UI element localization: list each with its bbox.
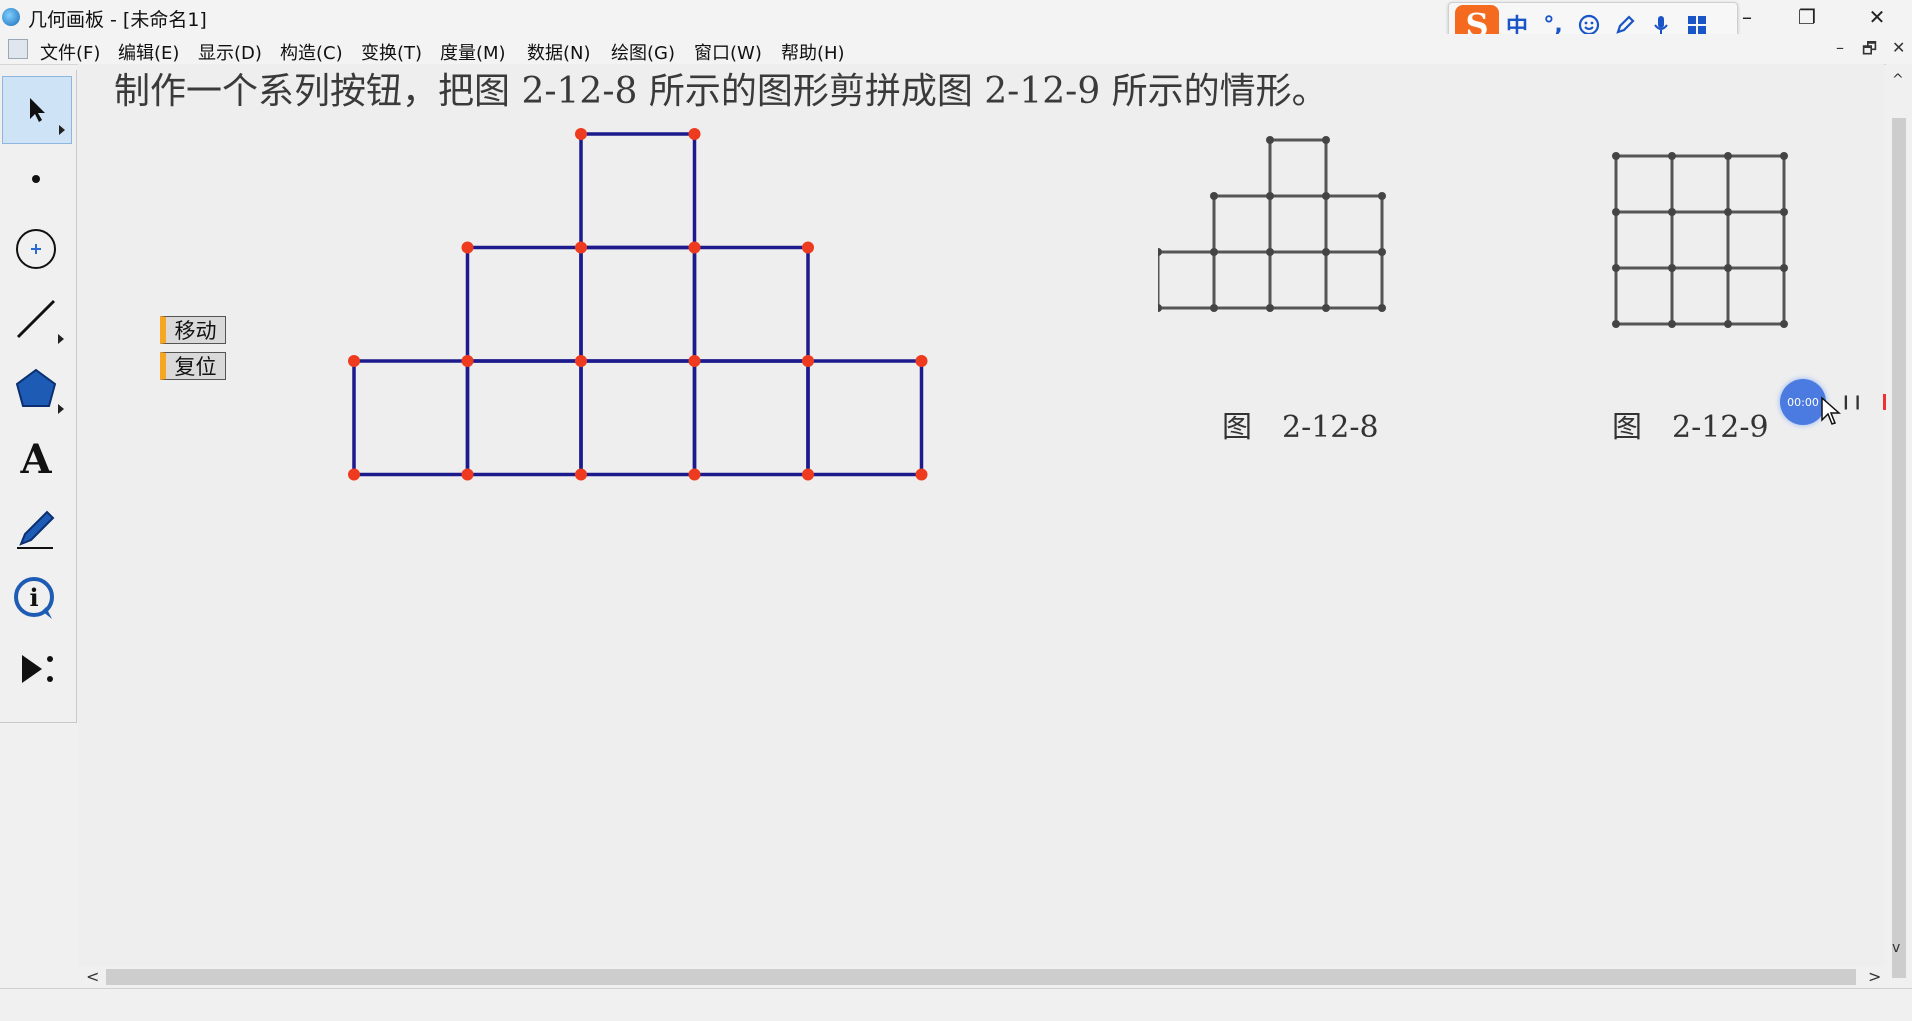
- vertex-point[interactable]: [575, 241, 587, 254]
- vertex-point[interactable]: [461, 241, 474, 254]
- square-piece[interactable]: [579, 359, 697, 477]
- vertex-point[interactable]: [688, 241, 701, 254]
- status-bar: [0, 988, 1912, 1021]
- vertex-point[interactable]: [802, 355, 814, 367]
- vertex-point[interactable]: [575, 128, 587, 140]
- square-piece[interactable]: [579, 245, 697, 363]
- vertex-point[interactable]: [915, 468, 928, 481]
- vertical-scrollbar[interactable]: ^ v: [1886, 64, 1912, 978]
- reference-figure-2-12-9: [1612, 152, 1788, 328]
- square-piece[interactable]: [579, 132, 697, 250]
- pause-icon[interactable]: ❙❙: [1840, 394, 1863, 410]
- scroll-right-arrow[interactable]: >: [1868, 967, 1881, 986]
- scroll-up-arrow[interactable]: ^: [1892, 72, 1904, 88]
- square-piece[interactable]: [806, 359, 924, 477]
- vertex-point[interactable]: [802, 468, 814, 481]
- vertex-point[interactable]: [461, 468, 474, 481]
- vertical-scroll-thumb[interactable]: [1892, 118, 1906, 978]
- vertex-point[interactable]: [348, 468, 360, 481]
- vertex-point[interactable]: [688, 128, 701, 140]
- vertex-point[interactable]: [688, 355, 701, 367]
- reference-figure-2-12-8: [1158, 136, 1386, 312]
- vertex-point[interactable]: [802, 241, 814, 254]
- square-piece[interactable]: [465, 359, 583, 477]
- scroll-left-arrow[interactable]: <: [86, 967, 99, 986]
- vertex-point[interactable]: [575, 468, 587, 481]
- square-piece[interactable]: [692, 359, 810, 477]
- vertex-point[interactable]: [575, 355, 587, 367]
- mouse-cursor-icon: [1821, 396, 1841, 425]
- caption-figure-2-12-9: 图 2-12-9: [1612, 410, 1769, 445]
- square-piece[interactable]: [692, 245, 810, 363]
- caption-figure-2-12-8: 图 2-12-8: [1222, 410, 1379, 445]
- square-piece[interactable]: [465, 245, 583, 363]
- vertex-point[interactable]: [688, 468, 701, 481]
- horizontal-scrollbar[interactable]: < >: [78, 966, 1886, 988]
- square-piece[interactable]: [352, 359, 470, 477]
- vertex-point[interactable]: [915, 355, 928, 367]
- vertex-point[interactable]: [348, 355, 360, 367]
- vertex-point[interactable]: [461, 355, 474, 367]
- scroll-down-arrow[interactable]: v: [1892, 940, 1900, 956]
- horizontal-scroll-thumb[interactable]: [106, 969, 1856, 985]
